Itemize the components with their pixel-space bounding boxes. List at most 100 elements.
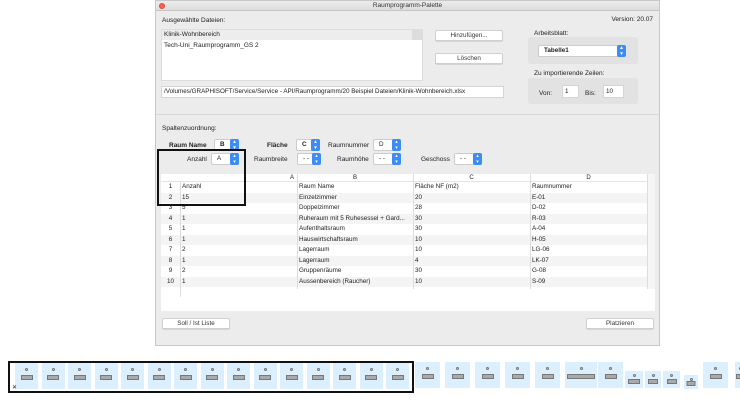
table-cell: 28 <box>415 204 423 211</box>
file-list[interactable]: Klinik-Wohnbereich Tech-Uni_Raumprogramm… <box>161 29 423 81</box>
title-bar[interactable]: Raumprogramm-Palette <box>156 1 659 11</box>
zone-stamp-icon <box>511 374 524 379</box>
table-cell: 2 <box>182 267 186 274</box>
table-cell: 10 <box>415 235 423 243</box>
raumbreite-value: - - <box>303 155 309 162</box>
zone-origin-icon <box>689 378 693 381</box>
zone-tile[interactable] <box>735 362 740 388</box>
file-list-item[interactable]: Tech-Uni_Raumprogramm_GS 2 <box>162 41 259 51</box>
zone-tile[interactable] <box>663 371 680 388</box>
zone-stamp-icon <box>628 379 640 384</box>
zone-tile[interactable] <box>598 362 623 388</box>
zone-stamp-icon <box>541 374 554 379</box>
zone-origin-icon <box>546 367 549 370</box>
column-header[interactable]: C <box>413 174 530 181</box>
table-cell: 1 <box>182 277 186 285</box>
table-cell: 30 <box>415 214 423 222</box>
chevron-updown-icon: ▴ ▾ <box>311 139 320 151</box>
column-header[interactable]: B <box>297 174 413 181</box>
table-cell: Fläche NF (m2) <box>415 183 459 190</box>
from-label: Von: <box>539 90 553 97</box>
table-cell: 4 <box>415 256 419 264</box>
zone-stamp-icon <box>567 374 595 379</box>
add-file-button[interactable]: Hinzufügen... <box>435 30 503 41</box>
zone-tile[interactable] <box>505 362 530 388</box>
zone-tile[interactable] <box>565 362 597 388</box>
table-cell: 2 <box>182 246 186 253</box>
flaeche-select[interactable]: C ▴ ▾ <box>296 139 320 151</box>
to-row-input[interactable]: 10 <box>603 85 624 98</box>
table-row[interactable]: 7 2 Lagerraum 10 LG-06 <box>161 245 647 256</box>
file-path-field[interactable]: /Volumes/GRAPHISOFT/Service/Service - AP… <box>161 86 504 98</box>
table-row[interactable]: 10 1 Aussenbereich (Raucher) 10 S-09 <box>161 276 647 287</box>
rows-import-group: Von: 1 Bis: 10 <box>528 78 638 104</box>
table-cell: Aussenbereich (Raucher) <box>299 277 371 285</box>
zone-stamp-icon <box>686 381 696 386</box>
file-list-item[interactable]: Klinik-Wohnbereich <box>162 30 412 40</box>
from-row-input[interactable]: 1 <box>562 85 579 98</box>
table-row[interactable]: 9 2 Gruppenräume 30 G-08 <box>161 266 647 277</box>
raumbreite-select[interactable]: - - ▴ ▾ <box>297 153 321 165</box>
row-number: 10 <box>166 277 174 285</box>
geschoss-label: Geschoss <box>421 156 450 163</box>
soll-ist-list-button[interactable]: Soll / Ist Liste <box>162 318 230 329</box>
table-cell: Ruheraum mit 5 Ruhesessel + Gard... <box>299 214 405 222</box>
raumhoehe-value: - - <box>379 155 385 162</box>
sheet-group: Tabelle1 ▴ ▾ <box>528 37 638 64</box>
zone-stamp-icon <box>604 374 617 379</box>
row-number: 6 <box>168 235 173 243</box>
rows-import-label: Zu importierende Zeilen: <box>534 70 605 77</box>
table-row[interactable]: 8 1 Lagerraum 4 LK-07 <box>161 255 647 266</box>
raumbreite-label: Raumbreite <box>254 156 288 163</box>
zone-tile[interactable] <box>703 362 728 388</box>
raumnummer-select[interactable]: D ▴ ▾ <box>373 139 401 151</box>
raumhoehe-select[interactable]: - - ▴ ▾ <box>373 153 401 165</box>
file-list-scrollbar[interactable] <box>412 30 422 40</box>
version-label: Version: 20.07 <box>611 16 653 23</box>
column-mapping-label: Spaltenzuordnung: <box>162 125 217 132</box>
to-label: Bis: <box>585 90 596 97</box>
chevron-updown-icon: ▴ ▾ <box>617 45 626 57</box>
zone-tile[interactable] <box>475 362 500 388</box>
table-cell: 1 <box>182 225 186 232</box>
sheet-select[interactable]: Tabelle1 ▴ ▾ <box>538 45 626 57</box>
zone-origin-icon <box>670 374 673 377</box>
zone-tile[interactable] <box>645 371 661 388</box>
table-cell: Gruppenräume <box>299 267 342 274</box>
zone-tile[interactable] <box>415 362 440 388</box>
zone-tile[interactable] <box>445 362 470 388</box>
zone-origin-icon <box>651 374 655 377</box>
table-row[interactable]: 4 1 Ruheraum mit 5 Ruhesessel + Gard... 30 R… <box>161 213 647 224</box>
zone-tile[interactable] <box>684 375 698 389</box>
zone-stamp-icon <box>666 379 677 384</box>
row-number: 9 <box>168 267 173 274</box>
table-cell: Aufenthaltsraum <box>299 225 345 232</box>
zone-origin-icon <box>486 367 489 370</box>
row-number: 5 <box>168 225 173 232</box>
chevron-updown-icon: ▴ ▾ <box>312 153 321 165</box>
close-window-button[interactable] <box>159 3 165 9</box>
flaeche-label: Fläche <box>267 142 288 149</box>
highlight-box-zones <box>8 361 414 393</box>
zone-tile[interactable] <box>535 362 560 388</box>
zone-stamp-icon <box>481 374 494 379</box>
row-number: 7 <box>168 246 173 253</box>
table-cell: 1 <box>182 256 186 264</box>
chevron-updown-icon: ▴ ▾ <box>473 153 482 165</box>
zone-origin-icon <box>714 367 717 370</box>
table-row[interactable]: 6 1 Hauswirtschaftsraum 10 H-05 <box>161 234 647 245</box>
zone-tile[interactable] <box>625 371 643 388</box>
table-scrollbar[interactable] <box>648 174 655 289</box>
table-row[interactable]: 5 1 Aufenthaltsraum 30 A-04 <box>161 224 647 235</box>
place-button[interactable]: Platzieren <box>586 318 654 329</box>
table-cell: R-03 <box>532 214 546 222</box>
table-cell: LG-06 <box>532 246 550 253</box>
delete-file-button[interactable]: Löschen <box>435 53 503 64</box>
column-header[interactable]: D <box>530 174 647 181</box>
geschoss-select[interactable]: - - ▴ ▾ <box>454 153 482 165</box>
table-cell: Raumnummer <box>532 183 572 190</box>
table-cell: 10 <box>415 246 423 253</box>
anchor-marker-icon: ✕ <box>12 385 18 391</box>
table-cell: 30 <box>415 225 423 232</box>
table-cell: G-08 <box>532 267 546 274</box>
